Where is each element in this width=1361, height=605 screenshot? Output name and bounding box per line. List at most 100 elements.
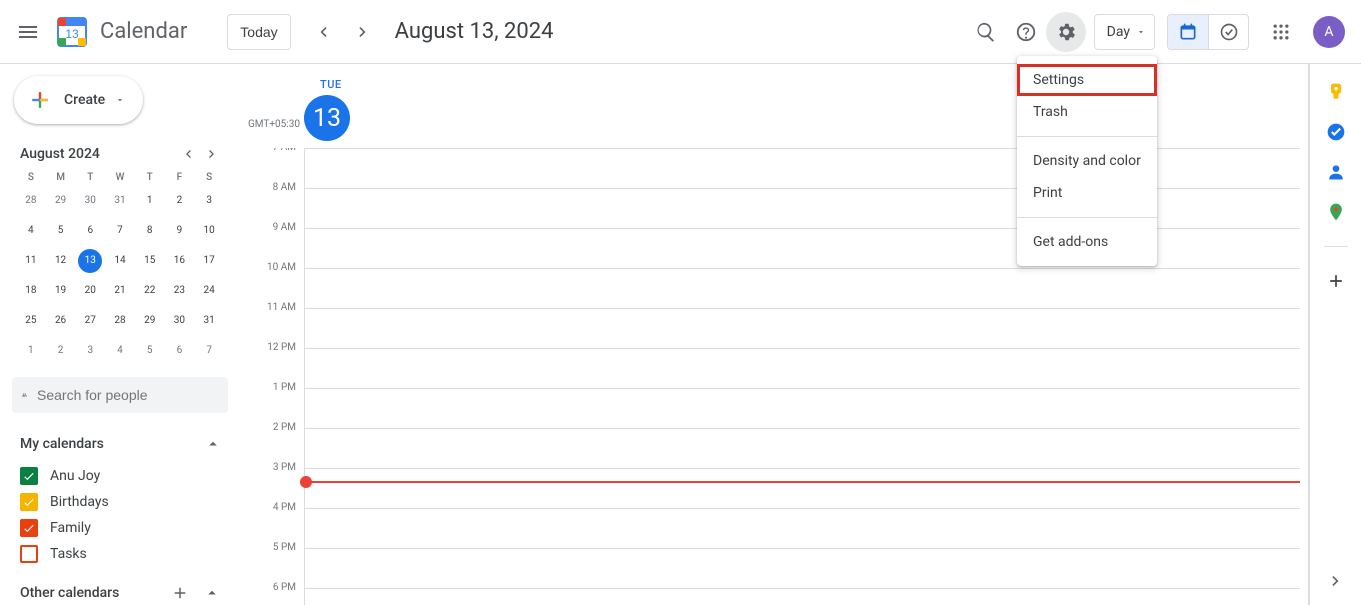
mini-day[interactable]: 7: [197, 339, 221, 363]
calendar-checkbox[interactable]: [20, 493, 38, 511]
other-calendars-header[interactable]: Other calendars: [12, 573, 228, 605]
settings-button[interactable]: [1046, 12, 1086, 52]
mini-day[interactable]: 31: [197, 309, 221, 333]
create-button[interactable]: Create: [14, 76, 143, 124]
hour-row[interactable]: 1 PM: [304, 388, 1300, 428]
search-people[interactable]: [12, 377, 228, 413]
account-avatar[interactable]: A: [1313, 16, 1345, 48]
hour-row[interactable]: 10 AM: [304, 268, 1300, 308]
calendar-logo-icon: 13: [52, 12, 92, 52]
mini-day[interactable]: 8: [138, 219, 162, 243]
mini-calendar: SMTWTFS282930311234567891011121314151617…: [12, 172, 228, 363]
mini-day[interactable]: 5: [138, 339, 162, 363]
expand-other-calendars-button[interactable]: [196, 577, 228, 605]
hour-row[interactable]: 2 PM: [304, 428, 1300, 468]
mini-day[interactable]: 1: [19, 339, 43, 363]
mini-day[interactable]: 1: [138, 189, 162, 213]
mini-day[interactable]: 24: [197, 279, 221, 303]
mini-day[interactable]: 21: [108, 279, 132, 303]
hour-row[interactable]: 3 PM: [304, 468, 1300, 508]
mini-day[interactable]: 11: [19, 249, 43, 273]
menu-item-density-and-color[interactable]: Density and color: [1017, 145, 1157, 177]
calendar-checkbox[interactable]: [20, 545, 38, 563]
menu-item-settings[interactable]: Settings: [1017, 64, 1157, 96]
mini-day[interactable]: 2: [167, 189, 191, 213]
mini-day[interactable]: 12: [49, 249, 73, 273]
mini-day[interactable]: 13: [78, 249, 102, 273]
menu-item-print[interactable]: Print: [1017, 177, 1157, 209]
mini-day[interactable]: 22: [138, 279, 162, 303]
hour-row[interactable]: 5 PM: [304, 548, 1300, 588]
mini-day[interactable]: 30: [78, 189, 102, 213]
calendar-checkbox[interactable]: [20, 519, 38, 537]
app-logo[interactable]: 13 Calendar: [52, 12, 187, 52]
mini-day[interactable]: 18: [19, 279, 43, 303]
mini-day[interactable]: 26: [49, 309, 73, 333]
view-switcher[interactable]: Day: [1094, 14, 1155, 50]
mini-prev-button[interactable]: [176, 142, 200, 166]
mini-day[interactable]: 28: [108, 309, 132, 333]
chevron-up-icon: [204, 435, 222, 453]
mini-day[interactable]: 6: [78, 219, 102, 243]
mini-day[interactable]: 29: [49, 189, 73, 213]
mini-day[interactable]: 10: [197, 219, 221, 243]
mini-day[interactable]: 5: [49, 219, 73, 243]
tasks-toggle[interactable]: [1208, 15, 1248, 49]
mini-day[interactable]: 7: [108, 219, 132, 243]
calendar-toggle[interactable]: [1168, 15, 1208, 49]
nav-arrows: [303, 12, 383, 52]
search-button[interactable]: [966, 12, 1006, 52]
calendar-item[interactable]: Family: [12, 515, 228, 541]
google-apps-button[interactable]: [1261, 12, 1301, 52]
mini-day[interactable]: 4: [19, 219, 43, 243]
keep-icon[interactable]: [1326, 82, 1346, 102]
mini-day[interactable]: 9: [167, 219, 191, 243]
mini-day[interactable]: 2: [49, 339, 73, 363]
mini-day[interactable]: 16: [167, 249, 191, 273]
mini-day[interactable]: 6: [167, 339, 191, 363]
mini-day[interactable]: 3: [78, 339, 102, 363]
date-circle[interactable]: 13: [304, 95, 350, 141]
contacts-icon[interactable]: [1326, 162, 1346, 182]
mini-day[interactable]: 25: [19, 309, 43, 333]
hour-row[interactable]: 12 PM: [304, 348, 1300, 388]
today-button[interactable]: Today: [227, 14, 290, 50]
calendar-label: Family: [50, 520, 91, 536]
mini-day[interactable]: 31: [108, 189, 132, 213]
calendar-item[interactable]: Tasks: [12, 541, 228, 567]
maps-icon[interactable]: [1326, 202, 1346, 222]
mini-day[interactable]: 4: [108, 339, 132, 363]
mini-day[interactable]: 30: [167, 309, 191, 333]
mini-day[interactable]: 27: [78, 309, 102, 333]
next-day-button[interactable]: [343, 12, 383, 52]
add-addon-button[interactable]: [1326, 271, 1346, 291]
my-calendars-header[interactable]: My calendars: [12, 431, 228, 457]
main-menu-button[interactable]: [8, 12, 48, 52]
mini-next-button[interactable]: [200, 142, 224, 166]
mini-day[interactable]: 19: [49, 279, 73, 303]
mini-day[interactable]: 23: [167, 279, 191, 303]
calendar-item[interactable]: Birthdays: [12, 489, 228, 515]
hour-row[interactable]: 11 AM: [304, 308, 1300, 348]
hide-side-panel-button[interactable]: [1326, 571, 1346, 591]
menu-item-trash[interactable]: Trash: [1017, 96, 1157, 128]
prev-day-button[interactable]: [303, 12, 343, 52]
calendar-checkbox[interactable]: [20, 467, 38, 485]
side-panel: [1309, 64, 1361, 605]
menu-item-get-add-ons[interactable]: Get add-ons: [1017, 226, 1157, 258]
mini-day[interactable]: 20: [78, 279, 102, 303]
mini-day[interactable]: 15: [138, 249, 162, 273]
support-button[interactable]: [1006, 12, 1046, 52]
hour-label: 10 AM: [248, 262, 296, 273]
hour-row[interactable]: 6 PM: [304, 588, 1300, 605]
mini-day[interactable]: 14: [108, 249, 132, 273]
mini-day[interactable]: 29: [138, 309, 162, 333]
hour-row[interactable]: 4 PM: [304, 508, 1300, 548]
add-other-calendar-button[interactable]: [164, 577, 196, 605]
mini-day[interactable]: 3: [197, 189, 221, 213]
search-people-input[interactable]: [37, 387, 218, 403]
mini-day[interactable]: 28: [19, 189, 43, 213]
tasks-icon[interactable]: [1326, 122, 1346, 142]
mini-day[interactable]: 17: [197, 249, 221, 273]
calendar-item[interactable]: Anu Joy: [12, 463, 228, 489]
